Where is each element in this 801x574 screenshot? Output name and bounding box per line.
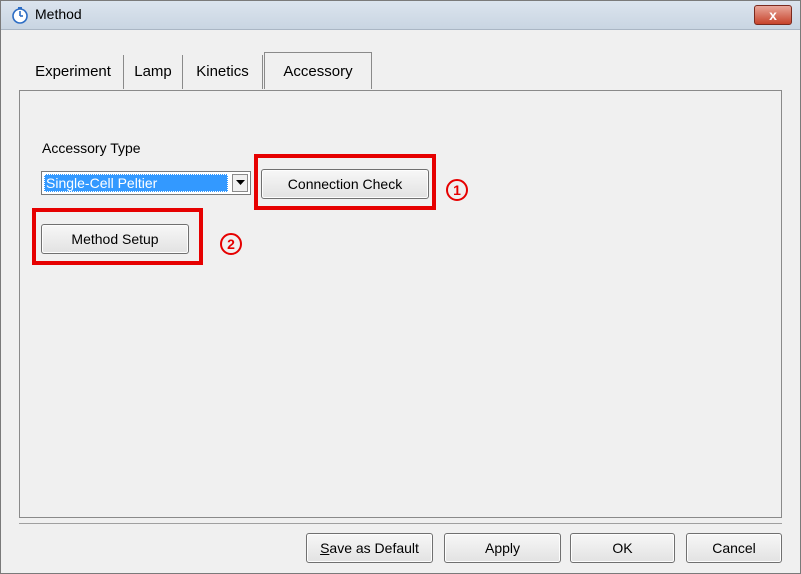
annotation-marker-1: 1 bbox=[446, 179, 468, 201]
accessory-type-select[interactable]: Single-Cell Peltier bbox=[41, 171, 251, 195]
apply-button[interactable]: Apply bbox=[444, 533, 561, 563]
highlight-box-1 bbox=[254, 154, 436, 210]
save-as-default-button[interactable]: Save as Default bbox=[306, 533, 433, 563]
tab-lamp[interactable]: Lamp bbox=[124, 55, 183, 89]
close-button[interactable]: x bbox=[754, 5, 792, 25]
title-bar[interactable]: Method x bbox=[1, 1, 800, 30]
chevron-down-icon bbox=[236, 180, 245, 185]
method-dialog: Method x Experiment Lamp Kinetics Access… bbox=[0, 0, 801, 574]
tab-experiment[interactable]: Experiment bbox=[23, 55, 124, 89]
annotation-marker-2: 2 bbox=[220, 233, 242, 255]
timer-icon bbox=[11, 6, 29, 24]
close-icon: x bbox=[769, 7, 777, 23]
tab-accessory[interactable]: Accessory bbox=[264, 52, 372, 89]
accessory-type-label: Accessory Type bbox=[42, 140, 141, 156]
cancel-button[interactable]: Cancel bbox=[686, 533, 782, 563]
footer-divider bbox=[19, 523, 782, 524]
tab-kinetics[interactable]: Kinetics bbox=[183, 55, 263, 89]
highlight-box-2 bbox=[32, 208, 203, 265]
ok-button[interactable]: OK bbox=[570, 533, 675, 563]
dropdown-button[interactable] bbox=[232, 174, 248, 192]
accessory-type-value: Single-Cell Peltier bbox=[44, 174, 228, 192]
window-title: Method bbox=[35, 6, 82, 22]
